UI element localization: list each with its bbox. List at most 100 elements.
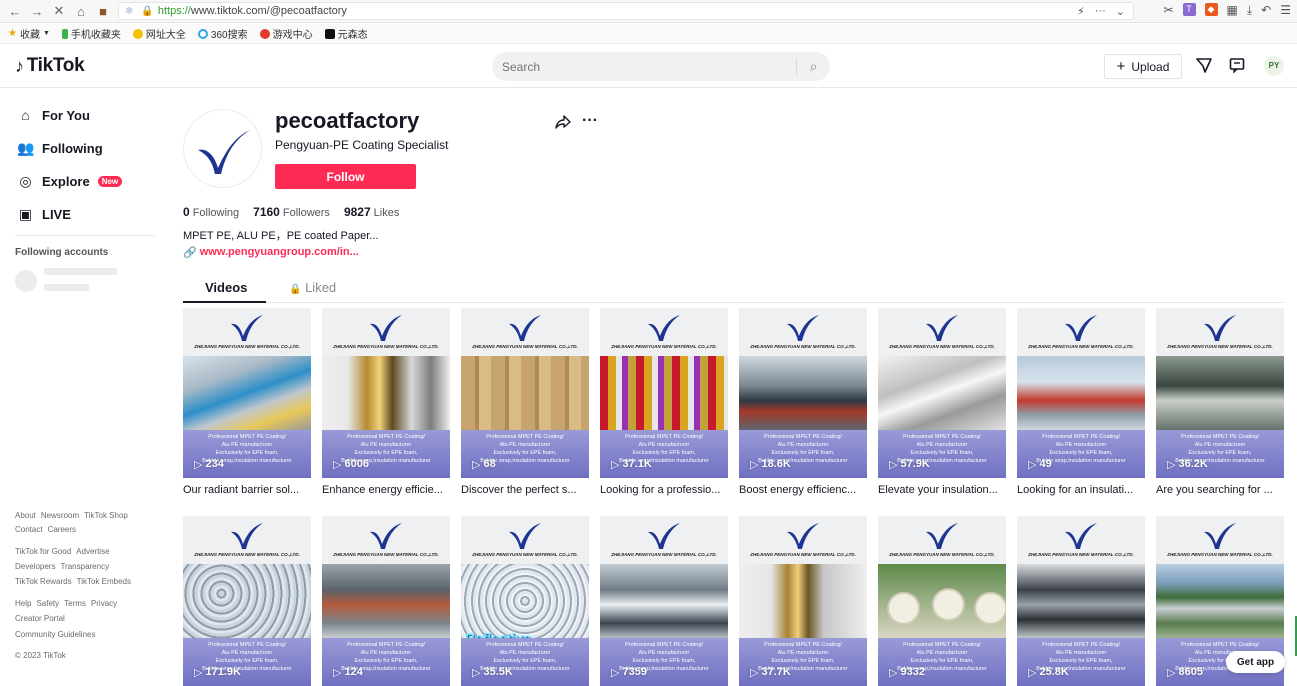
video-caption[interactable]: Enhance energy efficie... — [322, 484, 450, 496]
profile-link[interactable]: 🔗 www.pengyuangroup.com/in... — [183, 246, 359, 259]
video-caption[interactable]: Looking for a professio... — [600, 484, 728, 496]
video-caption[interactable]: Boost energy efficienc... — [739, 484, 867, 496]
footer-link[interactable]: Help — [15, 599, 31, 608]
followers-stat[interactable]: 7160 Followers — [253, 205, 330, 219]
video-thumbnail[interactable]: ZHEJIANG PENGYUAN NEW MATERIAL CO.,LTD. R… — [461, 516, 589, 686]
undo-icon[interactable]: ↶ — [1261, 3, 1271, 18]
video-thumbnail[interactable]: ZHEJIANG PENGYUAN NEW MATERIAL CO.,LTD. P… — [461, 308, 589, 478]
flash-icon[interactable]: ⚡ — [1077, 5, 1085, 18]
send-icon[interactable] — [1196, 57, 1212, 77]
footer-row: Community Guidelines — [15, 630, 95, 639]
following-stat[interactable]: 0 Following — [183, 205, 239, 219]
video-card[interactable]: ZHEJIANG PENGYUAN NEW MATERIAL CO.,LTD. P… — [1156, 308, 1284, 496]
nav-following[interactable]: 👥 Following — [17, 140, 103, 157]
footer-link[interactable]: TikTok Embeds — [77, 577, 131, 586]
video-thumbnail[interactable]: ZHEJIANG PENGYUAN NEW MATERIAL CO.,LTD. P… — [739, 308, 867, 478]
tiktok-logo[interactable]: ♪ TikTok — [15, 55, 85, 77]
footer-link[interactable]: Careers — [48, 525, 76, 534]
footer-link[interactable]: Privacy — [91, 599, 117, 608]
back-icon[interactable]: ← — [6, 4, 24, 19]
video-thumbnail[interactable]: ZHEJIANG PENGYUAN NEW MATERIAL CO.,LTD. P… — [600, 308, 728, 478]
pengyuan-logo-icon — [926, 523, 958, 549]
video-thumbnail[interactable]: ZHEJIANG PENGYUAN NEW MATERIAL CO.,LTD. P… — [1017, 516, 1145, 686]
user-avatar[interactable]: PY — [1264, 56, 1284, 76]
footer-link[interactable]: Terms — [64, 599, 86, 608]
video-thumbnail[interactable]: ZHEJIANG PENGYUAN NEW MATERIAL CO.,LTD. P… — [322, 516, 450, 686]
footer-link[interactable]: Transparency — [60, 562, 109, 571]
fox-icon[interactable]: ◆ — [1204, 3, 1218, 16]
video-card[interactable]: ZHEJIANG PENGYUAN NEW MATERIAL CO.,LTD. P… — [739, 516, 867, 686]
scissors-icon[interactable]: ✂ — [1163, 3, 1173, 18]
bag-icon[interactable]: ■ — [94, 4, 112, 19]
video-caption[interactable]: Elevate your insulation... — [878, 484, 1006, 496]
footer-link[interactable]: TikTok for Good — [15, 547, 71, 556]
video-thumbnail[interactable]: ZHEJIANG PENGYUAN NEW MATERIAL CO.,LTD. P… — [1017, 308, 1145, 478]
video-card[interactable]: ZHEJIANG PENGYUAN NEW MATERIAL CO.,LTD. P… — [461, 308, 589, 496]
video-thumbnail[interactable]: ZHEJIANG PENGYUAN NEW MATERIAL CO.,LTD. P… — [878, 516, 1006, 686]
footer-link[interactable]: Developers — [15, 562, 55, 571]
footer-link[interactable]: Creator Portal — [15, 614, 65, 623]
video-card[interactable]: ZHEJIANG PENGYUAN NEW MATERIAL CO.,LTD. P… — [322, 308, 450, 496]
upload-button[interactable]: + Upload — [1104, 54, 1182, 79]
video-card[interactable]: ZHEJIANG PENGYUAN NEW MATERIAL CO.,LTD. P… — [739, 308, 867, 496]
bookmark-games[interactable]: 游戏中心 — [259, 26, 313, 41]
follow-button[interactable]: Follow — [275, 164, 416, 189]
bookmark-favorites[interactable]: ★ 收藏 ▼ — [8, 26, 50, 41]
address-bar[interactable]: ❄ 🔒 https://www.tiktok.com/@pecoatfactor… — [118, 2, 1134, 20]
footer-link[interactable]: Safety — [36, 599, 59, 608]
video-thumbnail[interactable]: ZHEJIANG PENGYUAN NEW MATERIAL CO.,LTD. P… — [183, 516, 311, 686]
forward-icon[interactable]: → — [28, 4, 46, 19]
footer-link[interactable]: TikTok Rewards — [15, 577, 72, 586]
bookmark-mobile[interactable]: 手机收藏夹 — [61, 26, 121, 41]
footer-link[interactable]: About — [15, 511, 36, 520]
nav-for-you[interactable]: ⌂ For You — [17, 107, 90, 123]
share-icon[interactable] — [555, 114, 571, 135]
video-card[interactable]: ZHEJIANG PENGYUAN NEW MATERIAL CO.,LTD. P… — [183, 308, 311, 496]
video-thumbnail[interactable]: ZHEJIANG PENGYUAN NEW MATERIAL CO.,LTD. P… — [322, 308, 450, 478]
video-card[interactable]: ZHEJIANG PENGYUAN NEW MATERIAL CO.,LTD. R… — [461, 516, 589, 686]
chevron-down-icon[interactable]: ⌄ — [1116, 5, 1125, 18]
download-icon[interactable]: ⤓ — [1247, 3, 1252, 18]
tab-videos[interactable]: Videos — [205, 280, 247, 295]
footer-link[interactable]: Newsroom — [41, 511, 79, 520]
video-card[interactable]: ZHEJIANG PENGYUAN NEW MATERIAL CO.,LTD. P… — [1017, 308, 1145, 496]
search-icon[interactable]: ⌕ — [797, 58, 830, 75]
video-caption[interactable]: Looking for an insulati... — [1017, 484, 1145, 496]
video-thumbnail[interactable]: ZHEJIANG PENGYUAN NEW MATERIAL CO.,LTD. P… — [600, 516, 728, 686]
more-icon[interactable]: ··· — [1095, 5, 1106, 18]
video-card[interactable]: ZHEJIANG PENGYUAN NEW MATERIAL CO.,LTD. P… — [322, 516, 450, 686]
footer-link[interactable]: Advertise — [76, 547, 109, 556]
footer-link[interactable]: Community Guidelines — [15, 630, 95, 639]
nav-explore[interactable]: ◎ Explore New — [17, 173, 123, 190]
grid-icon[interactable]: ▦ — [1227, 3, 1238, 18]
bookmark-hao[interactable]: 网址大全 — [132, 26, 186, 41]
video-thumbnail[interactable]: ZHEJIANG PENGYUAN NEW MATERIAL CO.,LTD. P… — [878, 308, 1006, 478]
home-icon[interactable]: ⌂ — [72, 4, 90, 19]
video-card[interactable]: ZHEJIANG PENGYUAN NEW MATERIAL CO.,LTD. P… — [183, 516, 311, 686]
video-thumbnail[interactable]: ZHEJIANG PENGYUAN NEW MATERIAL CO.,LTD. P… — [183, 308, 311, 478]
menu-icon[interactable]: ☰ — [1280, 3, 1291, 18]
inbox-icon[interactable] — [1229, 57, 1245, 77]
footer-link[interactable]: Contact — [15, 525, 43, 534]
video-card[interactable]: ZHEJIANG PENGYUAN NEW MATERIAL CO.,LTD. P… — [1017, 516, 1145, 686]
extension-icon[interactable]: T — [1182, 3, 1196, 16]
get-app-button[interactable]: Get app — [1226, 651, 1285, 673]
profile-avatar[interactable] — [183, 109, 262, 188]
video-thumbnail[interactable]: ZHEJIANG PENGYUAN NEW MATERIAL CO.,LTD. P… — [739, 516, 867, 686]
video-card[interactable]: ZHEJIANG PENGYUAN NEW MATERIAL CO.,LTD. P… — [878, 516, 1006, 686]
video-thumbnail[interactable]: ZHEJIANG PENGYUAN NEW MATERIAL CO.,LTD. P… — [1156, 308, 1284, 478]
video-caption[interactable]: Are you searching for ... — [1156, 484, 1284, 496]
more-options-icon[interactable]: ··· — [582, 112, 598, 130]
tab-liked[interactable]: 🔒 Liked — [289, 280, 336, 295]
footer-link[interactable]: TikTok Shop — [84, 511, 128, 520]
bookmark-tiktok[interactable]: 元森态 — [324, 26, 368, 41]
video-card[interactable]: ZHEJIANG PENGYUAN NEW MATERIAL CO.,LTD. P… — [878, 308, 1006, 496]
video-caption[interactable]: Discover the perfect s... — [461, 484, 589, 496]
nav-live[interactable]: ▣ LIVE — [17, 206, 71, 223]
video-caption[interactable]: Our radiant barrier sol... — [183, 484, 311, 496]
search-input[interactable] — [492, 59, 796, 74]
stop-icon[interactable]: ✕ — [50, 3, 68, 19]
video-card[interactable]: ZHEJIANG PENGYUAN NEW MATERIAL CO.,LTD. P… — [600, 516, 728, 686]
bookmark-360[interactable]: 360搜索 — [197, 26, 248, 41]
video-card[interactable]: ZHEJIANG PENGYUAN NEW MATERIAL CO.,LTD. P… — [600, 308, 728, 496]
